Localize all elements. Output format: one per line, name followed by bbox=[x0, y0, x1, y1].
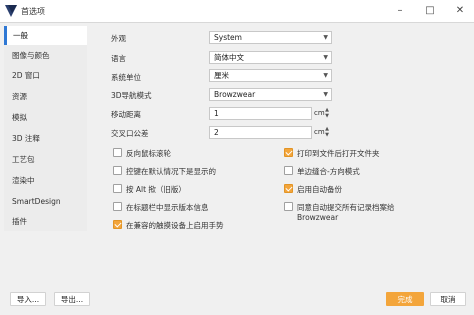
nav-mode-value: Browzwear bbox=[214, 90, 256, 99]
reverse-scroll-checkbox[interactable] bbox=[113, 148, 122, 157]
move-distance-input[interactable]: 1 bbox=[209, 107, 312, 120]
chevron-down-icon: ▼ bbox=[323, 34, 328, 41]
sidebar-item-rendering[interactable]: 渲染中 bbox=[4, 171, 87, 190]
tolerance-spinner[interactable]: ▲ ▼ bbox=[322, 126, 332, 139]
units-select[interactable]: 厘米 ▼ bbox=[209, 69, 332, 82]
import-button[interactable]: 导入... bbox=[10, 292, 46, 306]
appearance-select[interactable]: System ▼ bbox=[209, 31, 332, 44]
open-folder-after-print-checkbox[interactable] bbox=[284, 148, 293, 157]
appearance-label: 外观 bbox=[111, 34, 126, 43]
reverse-scroll-label: 反向鼠标滚轮 bbox=[126, 149, 171, 158]
version-in-title-checkbox[interactable] bbox=[113, 202, 122, 211]
cancel-button[interactable]: 取消 bbox=[430, 292, 466, 306]
sidebar-item-tech-pack[interactable]: 工艺包 bbox=[4, 150, 87, 169]
auto-backup-checkbox[interactable] bbox=[284, 184, 293, 193]
title-bar: 首选项 – □ ✕ bbox=[0, 0, 474, 23]
chevron-down-icon: ▼ bbox=[323, 91, 328, 98]
tolerance-input[interactable]: 2 bbox=[209, 126, 312, 139]
sidebar: 一般 图像与颜色 2D 窗口 资源 模拟 3D 注释 工艺包 渲染中 Smart… bbox=[4, 26, 87, 231]
single-side-stitch-checkbox[interactable] bbox=[284, 166, 293, 175]
appearance-value: System bbox=[214, 33, 242, 42]
controls-visible-label: 控键在默认情况下是显示的 bbox=[126, 167, 216, 176]
sidebar-item-resources[interactable]: 资源 bbox=[4, 87, 87, 106]
alt-drag-label: 按 Alt 揿（旧版） bbox=[126, 185, 186, 194]
units-value: 厘米 bbox=[214, 71, 229, 80]
alt-drag-checkbox[interactable] bbox=[113, 184, 122, 193]
submit-logs-label-line2: Browzwear bbox=[297, 213, 339, 222]
sidebar-item-2d-window[interactable]: 2D 窗口 bbox=[4, 66, 87, 85]
language-label: 语言 bbox=[111, 54, 126, 63]
ok-button[interactable]: 完成 bbox=[386, 292, 424, 306]
language-value: 简体中文 bbox=[214, 53, 244, 62]
version-in-title-label: 在标题栏中显示版本信息 bbox=[126, 203, 209, 212]
single-side-stitch-label: 单边缝合-方向模式 bbox=[297, 167, 360, 176]
sidebar-item-general[interactable]: 一般 bbox=[4, 26, 87, 45]
units-label: 系统单位 bbox=[111, 73, 141, 82]
touch-gestures-checkbox[interactable] bbox=[113, 220, 122, 229]
close-icon[interactable]: ✕ bbox=[446, 0, 474, 22]
app-logo-icon bbox=[5, 5, 17, 17]
nav-mode-select[interactable]: Browzwear ▼ bbox=[209, 88, 332, 101]
maximize-icon[interactable]: □ bbox=[416, 0, 444, 22]
submit-logs-checkbox[interactable] bbox=[284, 202, 293, 211]
tolerance-label: 交叉口公差 bbox=[111, 129, 149, 138]
window-title: 首选项 bbox=[21, 7, 45, 16]
chevron-down-icon: ▼ bbox=[323, 54, 328, 61]
open-folder-after-print-label: 打印到文件后打开文件夹 bbox=[297, 149, 380, 158]
minimize-icon[interactable]: – bbox=[386, 0, 414, 22]
language-select[interactable]: 简体中文 ▼ bbox=[209, 51, 332, 64]
export-button[interactable]: 导出... bbox=[54, 292, 90, 306]
controls-visible-checkbox[interactable] bbox=[113, 166, 122, 175]
sidebar-item-plugins[interactable]: 插件 bbox=[4, 212, 87, 231]
auto-backup-label: 启用自动备份 bbox=[297, 185, 342, 194]
sidebar-item-image-color[interactable]: 图像与颜色 bbox=[4, 46, 87, 65]
sidebar-item-smartdesign[interactable]: SmartDesign bbox=[4, 192, 87, 211]
chevron-down-icon: ▼ bbox=[323, 72, 328, 79]
nav-mode-label: 3D导航模式 bbox=[111, 91, 152, 100]
submit-logs-label: 同意自动提交所有记录档案给 bbox=[297, 203, 395, 212]
touch-gestures-label: 在兼容的触摸设备上启用手势 bbox=[126, 221, 224, 230]
sidebar-item-3d-annotation[interactable]: 3D 注释 bbox=[4, 129, 87, 148]
move-distance-spinner[interactable]: ▲ ▼ bbox=[322, 107, 332, 120]
sidebar-item-simulation[interactable]: 模拟 bbox=[4, 108, 87, 127]
move-distance-label: 移动距离 bbox=[111, 110, 141, 119]
